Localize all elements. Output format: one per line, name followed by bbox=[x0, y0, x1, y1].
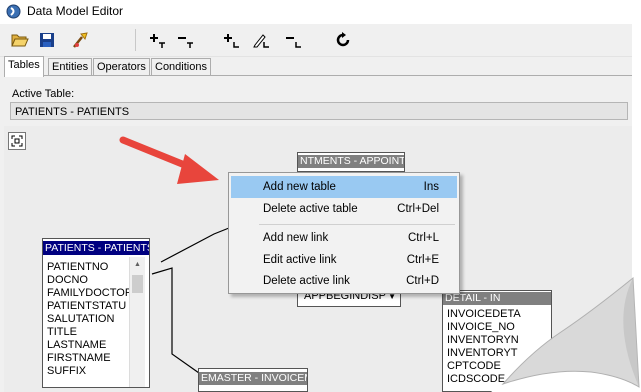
window-title: Data Model Editor bbox=[27, 4, 124, 18]
scroll-up-arrow[interactable]: ▲ bbox=[130, 257, 145, 272]
invoicemaster-table-title: EMASTER - INVOICEM bbox=[199, 372, 307, 385]
menu-separator bbox=[259, 224, 455, 225]
scroll-thumb[interactable] bbox=[132, 275, 143, 293]
table-field: DOCNO bbox=[47, 274, 88, 286]
remove-table-icon bbox=[178, 37, 193, 48]
active-table-field[interactable]: PATIENTS - PATIENTS bbox=[10, 102, 628, 120]
data-model-editor-window: Data Model Editor Tables Entities Operat… bbox=[0, 0, 632, 392]
table-field: INVENTORYT bbox=[447, 347, 518, 359]
invoicedetail-table[interactable]: DETAIL - IN INVOICEDETA INVOICE_NO INVEN… bbox=[442, 290, 552, 392]
menu-item-shortcut: Ctrl+D bbox=[406, 275, 439, 287]
title-bar: Data Model Editor bbox=[0, 0, 632, 24]
patients-scrollbar[interactable]: ▲ bbox=[129, 257, 145, 387]
save-button[interactable] bbox=[36, 29, 58, 51]
remove-table-button[interactable] bbox=[174, 29, 196, 51]
add-table-button[interactable] bbox=[146, 29, 168, 51]
patients-table[interactable]: PATIENTS - PATIENTS PATIENTNO DOCNO FAMI… bbox=[42, 238, 150, 388]
menu-item-add-new-table[interactable]: Add new table Ins bbox=[231, 176, 457, 198]
tab-operators[interactable]: Operators bbox=[93, 58, 150, 76]
toolbar-separator bbox=[135, 29, 136, 51]
remove-link-icon bbox=[286, 37, 301, 48]
edit-link-icon bbox=[253, 34, 269, 48]
refresh-icon bbox=[336, 32, 350, 47]
table-field: TITLE bbox=[47, 326, 77, 338]
appointments-table[interactable]: NTMENTS - APPOINT bbox=[297, 152, 405, 172]
menu-item-label: Add new table bbox=[263, 181, 336, 193]
tab-entities[interactable]: Entities bbox=[48, 58, 93, 76]
clear-button[interactable] bbox=[70, 29, 92, 51]
table-field: LASTNAME bbox=[47, 339, 107, 351]
table-field: ICDSCODE bbox=[447, 373, 506, 385]
menu-item-shortcut: Ctrl+L bbox=[408, 232, 439, 244]
menu-item-label: Delete active link bbox=[263, 275, 350, 287]
remove-link-button[interactable] bbox=[282, 29, 304, 51]
menu-item-delete-active-link[interactable]: Delete active link Ctrl+D bbox=[231, 270, 457, 292]
active-table-label: Active Table: bbox=[12, 88, 75, 100]
invoicemaster-table[interactable]: EMASTER - INVOICEM bbox=[198, 368, 308, 392]
table-field: FAMILYDOCTOR bbox=[47, 287, 133, 299]
table-field: SALUTATION bbox=[47, 313, 115, 325]
menu-item-shortcut: Ins bbox=[423, 181, 439, 193]
patients-table-title: PATIENTS - PATIENTS bbox=[43, 241, 149, 255]
add-table-icon bbox=[150, 34, 165, 48]
table-field: SUFFIX bbox=[47, 365, 87, 377]
toolbar bbox=[0, 24, 632, 57]
tab-conditions[interactable]: Conditions bbox=[151, 58, 211, 76]
fit-view-icon bbox=[11, 135, 23, 147]
table-field: INVENTORYN bbox=[447, 334, 519, 346]
menu-item-shortcut: Ctrl+E bbox=[406, 254, 439, 266]
app-icon bbox=[6, 4, 21, 19]
clear-icon bbox=[73, 32, 88, 48]
menu-item-add-new-link[interactable]: Add new link Ctrl+L bbox=[231, 227, 457, 249]
table-field: PATIENTNO bbox=[47, 261, 109, 273]
fit-view-button[interactable] bbox=[8, 132, 26, 150]
open-button[interactable] bbox=[9, 29, 31, 51]
table-field: INVOICE_NO bbox=[447, 321, 515, 333]
menu-item-delete-active-table[interactable]: Delete active table Ctrl+Del bbox=[231, 198, 457, 220]
appointments-table-title: NTMENTS - APPOINT bbox=[298, 155, 404, 168]
context-menu: Add new table Ins Delete active table Ct… bbox=[228, 172, 460, 294]
table-field: CPTCODE bbox=[447, 360, 501, 372]
table-field: INVOICEDETA bbox=[447, 308, 521, 320]
edit-link-button[interactable] bbox=[250, 29, 272, 51]
menu-item-edit-active-link[interactable]: Edit active link Ctrl+E bbox=[231, 249, 457, 271]
menu-item-label: Edit active link bbox=[263, 254, 337, 266]
tab-tables[interactable]: Tables bbox=[4, 56, 44, 77]
open-icon bbox=[11, 34, 29, 47]
add-link-icon bbox=[224, 34, 239, 48]
menu-item-shortcut: Ctrl+Del bbox=[397, 203, 439, 215]
menu-item-label: Delete active table bbox=[263, 203, 358, 215]
table-field: PATIENTSTATU bbox=[47, 300, 127, 312]
refresh-button[interactable] bbox=[332, 29, 354, 51]
pointer-arrow bbox=[119, 136, 219, 184]
table-field: FIRSTNAME bbox=[47, 352, 111, 364]
menu-item-label: Add new link bbox=[263, 232, 329, 244]
save-icon bbox=[40, 33, 54, 47]
add-link-button[interactable] bbox=[220, 29, 242, 51]
